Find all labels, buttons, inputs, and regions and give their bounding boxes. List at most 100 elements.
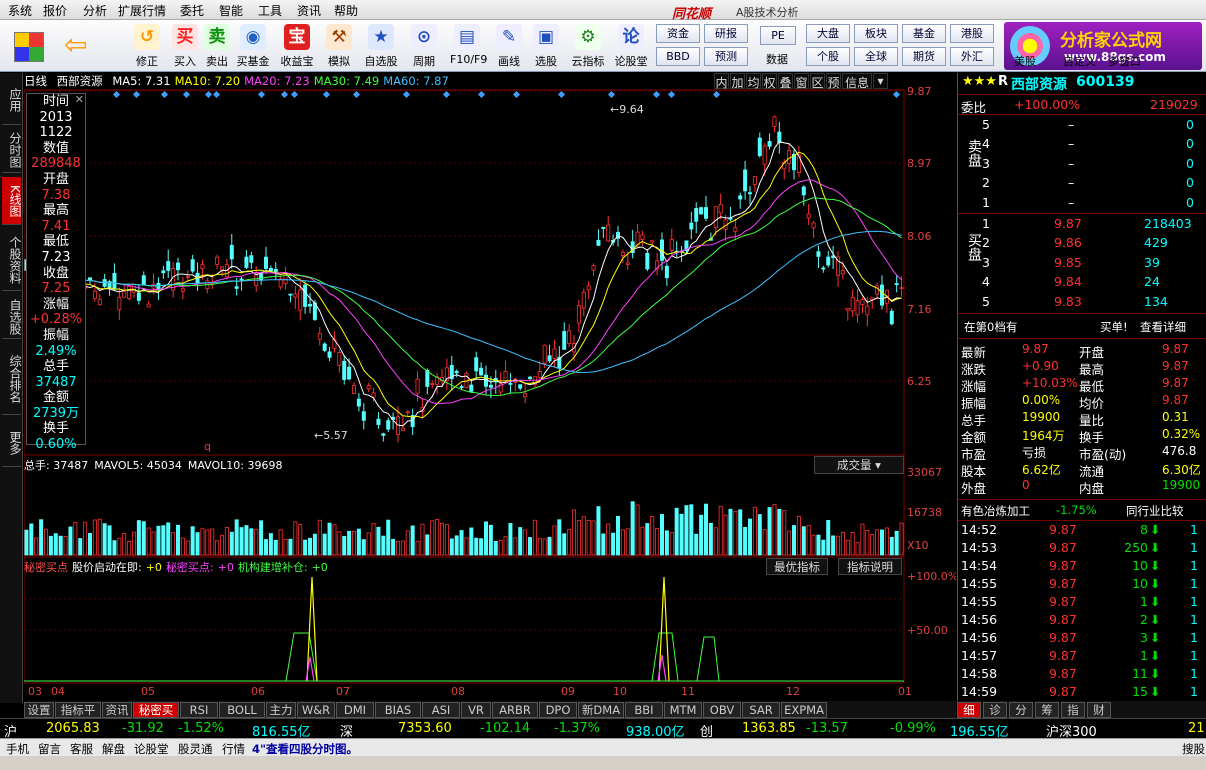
status-item[interactable]: 留言 <box>38 741 61 757</box>
chart-tool-button[interactable]: 均 <box>746 73 761 90</box>
indicator-tab[interactable]: SAR <box>742 702 780 718</box>
close-icon[interactable]: ✕ <box>75 92 84 108</box>
quick-button[interactable]: 预测 <box>704 47 748 66</box>
candle-body <box>376 418 381 425</box>
toolbar-button[interactable]: ▣ 选股 <box>529 23 563 69</box>
indicator-tab[interactable]: EXPMA <box>781 702 827 718</box>
status-item[interactable]: 股灵通 <box>178 741 213 757</box>
quick-button[interactable]: 基金 <box>902 24 946 43</box>
quick-button[interactable]: BBD <box>656 47 700 66</box>
quick-button[interactable]: 外汇 <box>950 47 994 66</box>
indicator-tab[interactable]: 秘密买点 <box>133 702 179 731</box>
indicator-tab[interactable]: BOLL <box>219 702 265 718</box>
indicator-tab[interactable]: BBI <box>625 702 663 718</box>
toolbar-button[interactable]: ✎ 画线 <box>492 23 526 69</box>
left-tab[interactable]: 分时图 <box>2 127 22 173</box>
indicator-tab[interactable]: DPO <box>539 702 577 718</box>
quick-button[interactable]: 大盘 <box>806 24 850 43</box>
volume-bar <box>298 524 303 556</box>
left-tab[interactable]: 应用 <box>2 75 22 125</box>
chart-tool-button[interactable]: 叠 <box>778 73 793 90</box>
quick-button[interactable]: 期货 <box>902 47 946 66</box>
chart-menu-icon[interactable]: ▾ <box>873 73 888 89</box>
menu-item[interactable]: 分析 <box>83 2 107 19</box>
left-tab[interactable]: 综合排名 <box>2 343 22 415</box>
quick-button[interactable]: 板块 <box>854 24 898 43</box>
chart-tool-button[interactable]: 信息 <box>842 73 872 90</box>
status-item[interactable]: 论股堂 <box>134 741 169 757</box>
candle-body <box>826 256 831 266</box>
chart-tool-button[interactable]: 区 <box>810 73 825 90</box>
custom-label[interactable]: 自定义 <box>1063 53 1096 69</box>
usstock-label[interactable]: 美股 <box>1014 53 1036 69</box>
left-tab[interactable]: K线图 <box>2 177 22 225</box>
toolbar-button[interactable]: ⊙ 周期 <box>407 23 441 69</box>
indicator-tab[interactable]: 设置 <box>24 702 54 718</box>
menu-item[interactable]: 智能 <box>219 2 243 19</box>
indicator-tab[interactable]: W&R <box>297 702 335 718</box>
menu-item[interactable]: 资讯 <box>297 2 321 19</box>
status-item[interactable]: 手机 <box>6 741 29 757</box>
grid-icon[interactable] <box>14 32 44 62</box>
toolbar-button[interactable]: ★ 自选股 <box>364 23 398 69</box>
quote-tab[interactable]: 细 <box>957 702 981 718</box>
quote-tab[interactable]: 财 <box>1087 702 1111 718</box>
toolbar-button[interactable]: 论论股堂 <box>614 23 648 69</box>
quote-tab[interactable]: 筹 <box>1035 702 1059 718</box>
toolbar-button[interactable]: ↺ 修正 <box>130 23 164 69</box>
volume-indicator-dropdown[interactable]: 成交量 ▾ <box>814 456 904 474</box>
indicator-tab[interactable]: OBV <box>703 702 741 718</box>
pe-button[interactable]: PE <box>760 26 796 45</box>
indicator-tab[interactable]: MTM <box>664 702 702 718</box>
menu-item[interactable]: 帮助 <box>334 2 358 19</box>
best-indicator-button[interactable]: 最优指标 <box>766 558 828 575</box>
menu-item[interactable]: 委托 <box>180 2 204 19</box>
quote-tab[interactable]: 分 <box>1009 702 1033 718</box>
chart-tool-button[interactable]: 预 <box>826 73 841 90</box>
chart-tool-button[interactable]: 内 <box>714 73 729 90</box>
chart-tool-button[interactable]: 权 <box>762 73 777 90</box>
multiwindow-label[interactable]: 多窗口 <box>1108 53 1141 69</box>
indicator-tab[interactable]: 主力 <box>266 702 296 718</box>
indicator-tab[interactable]: DMI <box>336 702 374 718</box>
chart-tool-button[interactable]: 窗 <box>794 73 809 90</box>
left-tab[interactable]: 个股资料 <box>2 229 22 291</box>
toolbar-button[interactable]: 宝收益宝 <box>280 23 314 69</box>
indicator-tab[interactable]: ARBR <box>492 702 538 718</box>
menu-item[interactable]: 工具 <box>258 2 282 19</box>
indicator-tab[interactable]: ASI <box>422 702 460 718</box>
toolbar-button[interactable]: 买买入 <box>168 23 202 69</box>
quote-tab[interactable]: 指 <box>1061 702 1085 718</box>
quote-tab[interactable]: 诊 <box>983 702 1007 718</box>
data-button[interactable]: 数据 <box>760 48 794 68</box>
status-item[interactable]: 解盘 <box>102 741 125 757</box>
status-item[interactable]: 客服 <box>70 741 93 757</box>
quick-button[interactable]: 个股 <box>806 47 850 66</box>
menu-item[interactable]: 扩展行情 <box>118 2 166 19</box>
indicator-tab[interactable]: 新DMA <box>578 702 624 718</box>
kline-chart-area[interactable]: 9.87 8.97 8.06 7.16 6.25 33067 16738 X10 +100.0%… <box>24 73 956 703</box>
quick-button[interactable]: 全球 <box>854 47 898 66</box>
status-item[interactable]: 搜股 <box>1182 741 1205 757</box>
toolbar-button[interactable]: ⚒ 模拟 <box>322 23 356 69</box>
indicator-help-button[interactable]: 指标说明 <box>838 558 902 575</box>
indicator-tab[interactable]: VR <box>461 702 491 718</box>
indicator-tab[interactable]: BIAS <box>375 702 421 718</box>
indicator-tab[interactable]: 资讯 <box>102 702 132 718</box>
menu-item[interactable]: 系统 <box>8 2 32 19</box>
chart-tool-button[interactable]: 加 <box>730 73 745 90</box>
toolbar-button[interactable]: ▤ F10/F9 <box>450 23 487 69</box>
status-item[interactable]: 行情 <box>222 741 245 757</box>
back-arrow-icon[interactable]: ⇦ <box>64 28 94 62</box>
quick-button[interactable]: 研报 <box>704 24 748 43</box>
indicator-tab[interactable]: RSI <box>180 702 218 718</box>
menu-item[interactable]: 报价 <box>43 2 67 19</box>
toolbar-button[interactable]: ⚙ 云指标 <box>571 23 605 69</box>
indicator-tab[interactable]: 指标平台 <box>55 702 101 731</box>
left-tab[interactable]: 自选股 <box>2 295 22 339</box>
quick-button[interactable]: 港股 <box>950 24 994 43</box>
toolbar-button[interactable]: 卖卖出 <box>200 23 234 69</box>
toolbar-button[interactable]: ◉ 买基金 <box>236 23 270 69</box>
quick-button[interactable]: 资金 <box>656 24 700 43</box>
left-tab[interactable]: 更多 <box>2 419 22 467</box>
